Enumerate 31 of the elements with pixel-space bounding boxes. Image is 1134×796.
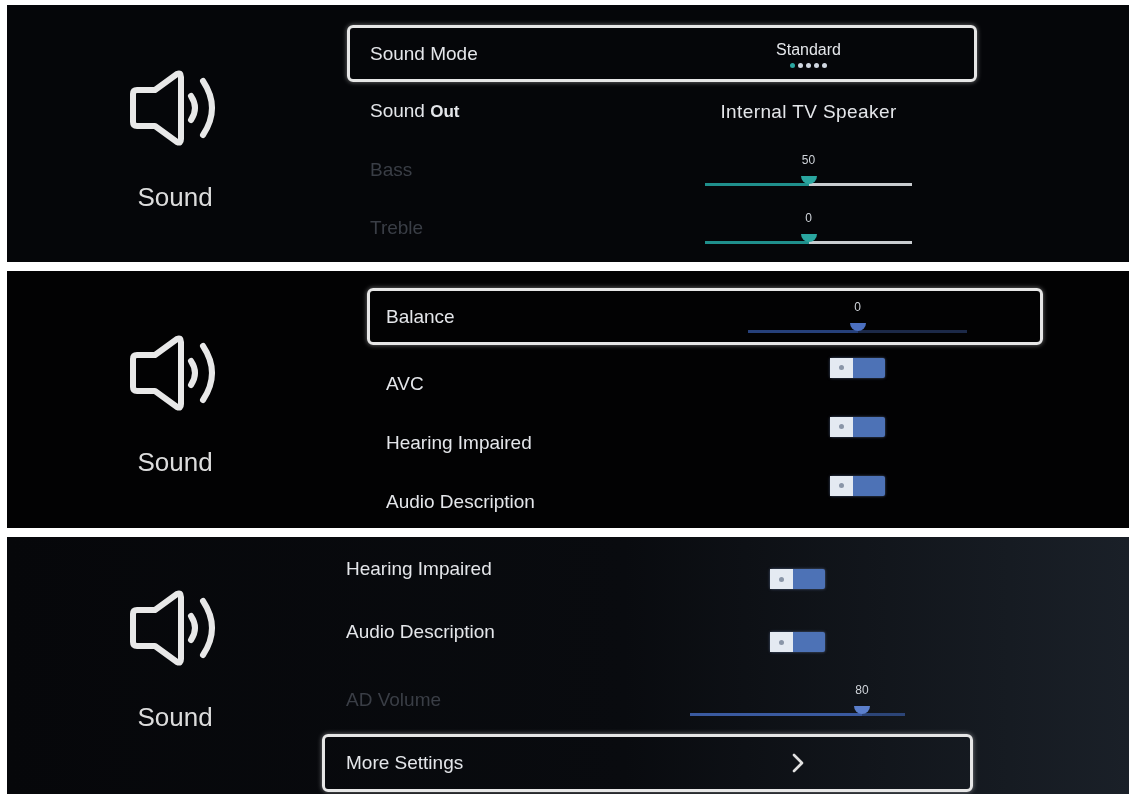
slider-value: 50 (801, 151, 816, 168)
focus-frame[interactable]: Sound Mode Standard (347, 25, 977, 82)
slider-value: 80 (855, 682, 869, 698)
setting-value: Internal TV Speaker (720, 99, 897, 124)
setting-label: Treble (369, 215, 424, 240)
focus-frame[interactable]: More Settings (322, 734, 973, 792)
setting-label: Balance (385, 304, 455, 329)
slider-value: 0 (854, 298, 861, 315)
toggle-switch[interactable] (830, 475, 885, 496)
setting-label: Sound Out (369, 99, 460, 123)
slider-thumb[interactable] (849, 322, 866, 331)
setting-label: Bass (369, 157, 413, 182)
setting-label: Hearing Impaired (385, 430, 532, 455)
setting-label: Audio Description (345, 620, 495, 644)
setting-label: Sound Mode (369, 41, 478, 66)
toggle-switch[interactable] (830, 357, 885, 378)
toggle-switch[interactable] (830, 416, 885, 437)
category-label: Sound (137, 702, 213, 732)
setting-label: Hearing Impaired (345, 557, 492, 581)
setting-label: More Settings (345, 751, 464, 775)
setting-label: Audio Description (385, 489, 535, 514)
setting-label: AVC (385, 371, 424, 396)
toggle-switch[interactable] (770, 632, 825, 652)
slider-value: 0 (805, 209, 812, 226)
chevron-right-icon (791, 753, 804, 773)
category-label: Sound (137, 182, 213, 212)
setting-value: Standard (776, 39, 841, 60)
toggle-switch[interactable] (770, 569, 825, 589)
category-label: Sound (137, 447, 213, 477)
focus-frame[interactable]: Balance 0 (367, 288, 1043, 345)
setting-label: AD Volume (345, 688, 442, 712)
